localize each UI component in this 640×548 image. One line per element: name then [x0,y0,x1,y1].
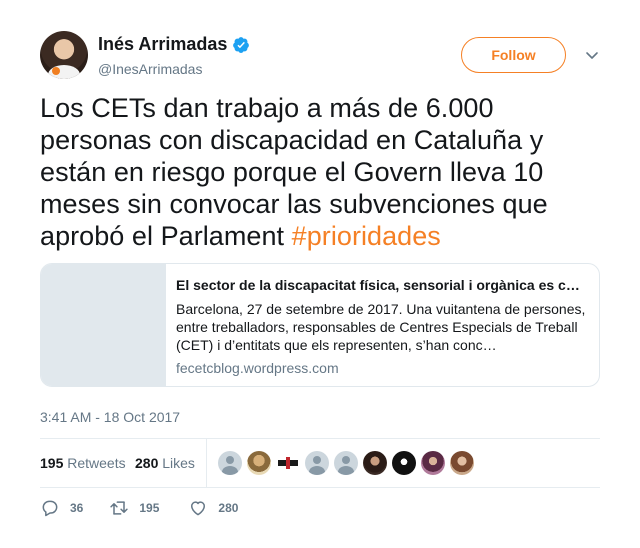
stats-divider [206,439,207,487]
tweet-timestamp[interactable]: 3:41 AM - 18 Oct 2017 [40,409,180,425]
follow-button[interactable]: Follow [461,37,566,73]
author-avatar[interactable] [40,31,88,79]
tweet-header: Inés Arrimadas @InesArrimadas Follow [40,31,600,79]
tweet-stats: 195 Retweets 280 Likes [40,438,600,488]
link-card[interactable]: El sector de la discapacitat física, sen… [40,263,600,387]
retweet-icon [110,501,129,515]
likers-facepile [218,451,474,475]
liker-logo-icon [278,457,298,469]
retweet-button[interactable]: 195 [109,498,159,518]
card-description: Barcelona, 27 de setembre de 2017. Una v… [176,301,586,353]
liker-avatar[interactable] [276,451,300,475]
reply-icon [42,500,58,517]
chevron-down-icon[interactable] [585,48,599,62]
liker-avatar[interactable] [305,451,329,475]
author-display-name-row[interactable]: Inés Arrimadas [98,34,250,55]
like-button[interactable]: 280 [188,498,238,518]
retweets-label: Retweets [67,455,126,471]
likes-stat[interactable]: 280 Likes [135,455,195,471]
avatar-flower [52,67,60,75]
liker-avatar[interactable] [247,451,271,475]
author-handle[interactable]: @InesArrimadas [98,61,250,77]
card-thumbnail [41,264,166,386]
reply-button[interactable]: 36 [40,498,83,518]
liker-avatar[interactable] [421,451,445,475]
liker-avatar[interactable] [218,451,242,475]
retweets-count: 195 [40,455,64,471]
liker-avatar[interactable] [392,451,416,475]
author-display-name[interactable]: Inés Arrimadas [98,34,227,55]
hashtag-link[interactable]: #prioridades [292,221,441,251]
author-names: Inés Arrimadas @InesArrimadas [98,34,250,77]
card-domain: fecetcblog.wordpress.com [176,360,339,376]
reply-count: 36 [70,501,84,515]
card-body: El sector de la discapacitat física, sen… [176,276,586,376]
verified-badge-icon [233,36,250,53]
retweets-stat[interactable]: 195 Retweets [40,455,126,471]
liker-avatar[interactable] [334,451,358,475]
likes-count: 280 [135,455,159,471]
card-title: El sector de la discapacitat física, sen… [176,277,580,293]
tweet-text: Los CETs dan trabajo a más de 6.000 pers… [40,92,600,252]
likes-label: Likes [162,455,195,471]
tweet-actions: 36 195 280 [40,498,238,518]
liker-avatar[interactable] [363,451,387,475]
retweet-count: 195 [139,501,160,515]
heart-icon [191,501,206,516]
liker-avatar[interactable] [450,451,474,475]
like-count: 280 [218,501,239,515]
